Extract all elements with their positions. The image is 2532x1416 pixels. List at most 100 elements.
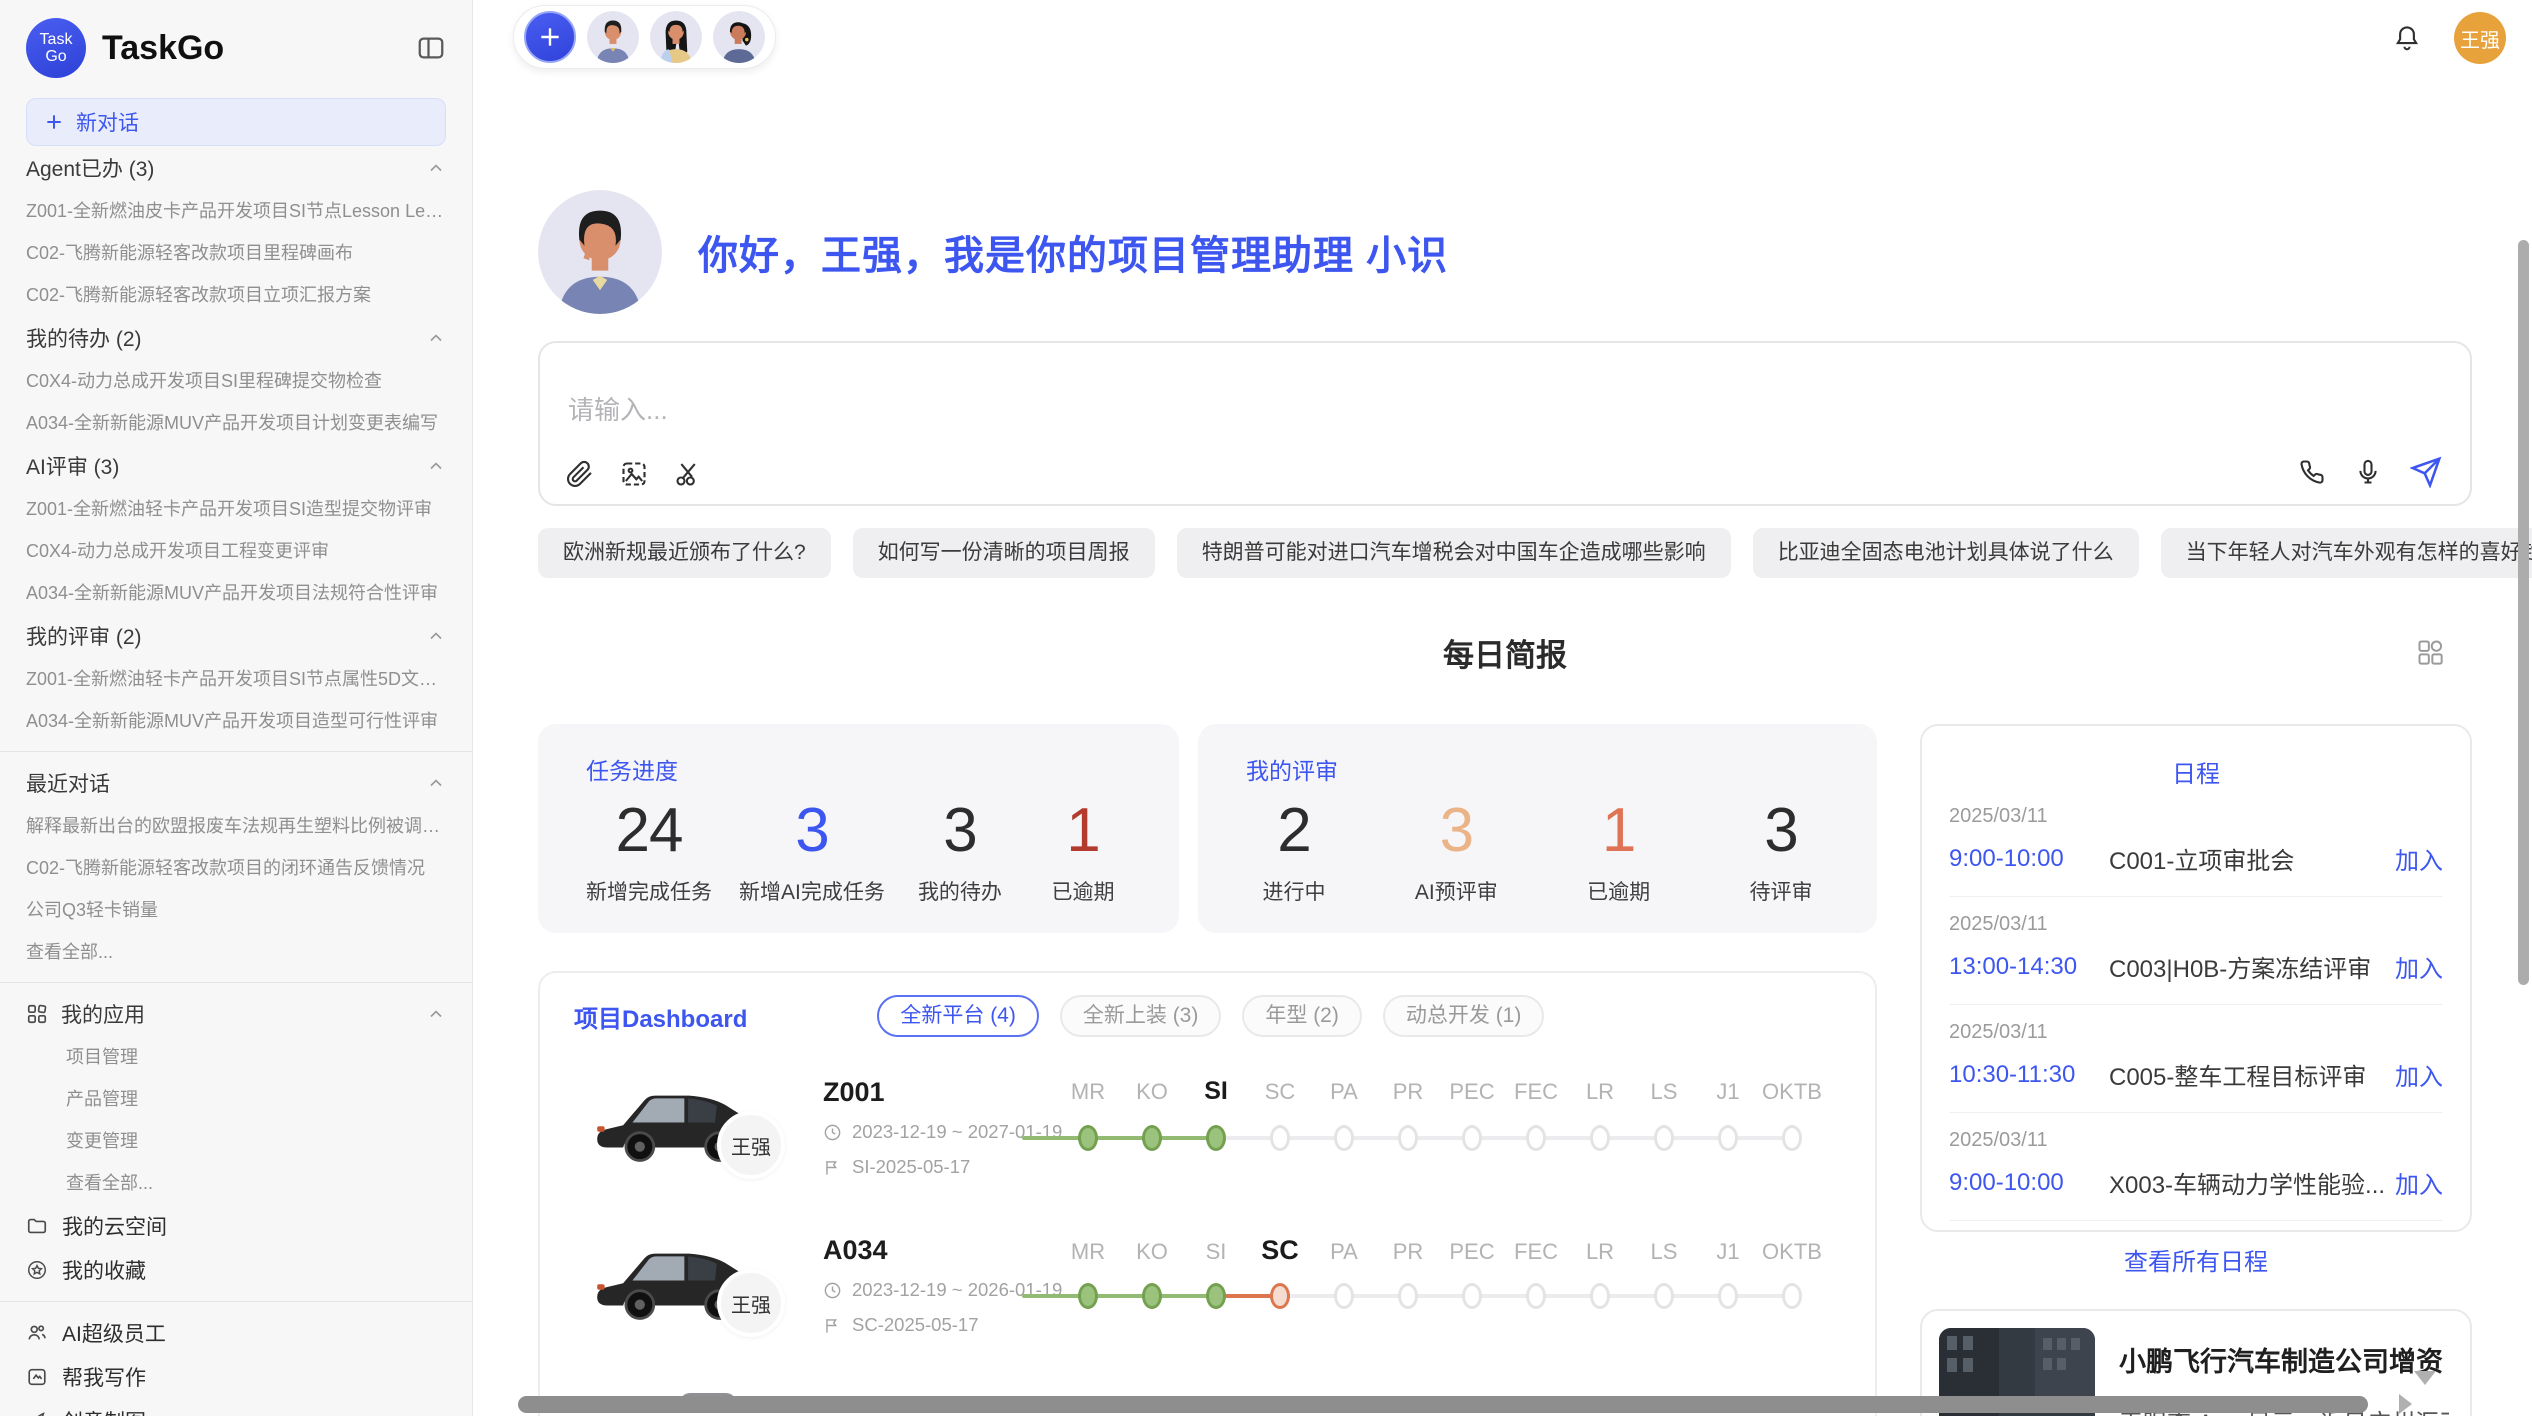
filter-new-body[interactable]: 全新上装 (3) bbox=[1060, 995, 1222, 1037]
project-flag-milestone: SI-2025-05-17 bbox=[823, 1156, 1062, 1178]
section-agent-done[interactable]: Agent已办 (3) bbox=[26, 146, 446, 190]
scissors-icon[interactable] bbox=[674, 460, 702, 488]
section-title: 我的评审 (2) bbox=[26, 621, 142, 651]
filter-new-platform[interactable]: 全新平台 (4) bbox=[877, 995, 1039, 1037]
sidebar-item-creative-draw[interactable]: 创意制图 bbox=[26, 1399, 446, 1416]
phone-call-icon[interactable] bbox=[2298, 458, 2326, 486]
send-icon[interactable] bbox=[2410, 456, 2442, 488]
sidebar-item[interactable]: C02-飞腾新能源轻客改款项目里程碑画布 bbox=[26, 232, 446, 274]
schedule-item: 2025/03/11 9:00-10:00 X003-车辆动力学性能验... 加… bbox=[1949, 1113, 2443, 1221]
milestone-label: OKTB bbox=[1762, 1079, 1822, 1104]
schedule-date: 2025/03/11 bbox=[1949, 805, 2443, 828]
assistant-avatar bbox=[538, 190, 662, 314]
section-title: AI评审 (3) bbox=[26, 451, 119, 481]
view-all-chats[interactable]: 查看全部... bbox=[26, 931, 446, 973]
cloud-space-label: 我的云空间 bbox=[62, 1211, 167, 1241]
chevron-up-icon[interactable] bbox=[426, 771, 446, 795]
new-chat-button[interactable]: 新对话 bbox=[26, 98, 446, 146]
sidebar-item-favorites[interactable]: 我的收藏 bbox=[26, 1248, 446, 1292]
new-chat-label: 新对话 bbox=[76, 107, 139, 137]
section-my-review[interactable]: 我的评审 (2) bbox=[26, 614, 446, 658]
chevron-up-icon[interactable] bbox=[426, 624, 446, 648]
recent-chat-item[interactable]: C02-飞腾新能源轻客改款项目的闭环通告反馈情况 bbox=[26, 847, 446, 889]
recent-chat-item[interactable]: 公司Q3轻卡销量 bbox=[26, 889, 446, 931]
left-column: 任务进度 24 新增完成任务 3 新增AI完成任务 3 bbox=[538, 724, 1877, 1416]
section-ai-review[interactable]: AI评审 (3) bbox=[26, 444, 446, 488]
sidebar-item[interactable]: C02-飞腾新能源轻客改款项目立项汇报方案 bbox=[26, 274, 446, 316]
suggestion-chip[interactable]: 当下年轻人对汽车外观有怎样的喜好趋势 bbox=[2161, 528, 2532, 578]
sidebar-item[interactable]: Z001-全新燃油皮卡产品开发项目SI节点Lesson Learn报告 bbox=[26, 190, 446, 232]
milestone-node bbox=[1398, 1125, 1418, 1151]
notification-bell-icon[interactable] bbox=[2392, 23, 2422, 53]
suggestion-chip[interactable]: 比亚迪全固态电池计划具体说了什么 bbox=[1753, 528, 2139, 578]
schedule-date: 2025/03/11 bbox=[1949, 913, 2443, 936]
project-row-a034[interactable]: 王强 A034 2023-12-19 ~ 2026-01-19 SC-2025-… bbox=[540, 1211, 1875, 1371]
sidebar-item[interactable]: C0X4-动力总成开发项目SI里程碑提交物检查 bbox=[26, 360, 446, 402]
view-all-schedule-link[interactable]: 查看所有日程 bbox=[1949, 1242, 2443, 1277]
view-all-apps[interactable]: 查看全部... bbox=[26, 1162, 446, 1204]
sidebar-item[interactable]: A034-全新新能源MUV产品开发项目法规符合性评审 bbox=[26, 572, 446, 614]
suggestion-chip[interactable]: 欧洲新规最近颁布了什么? bbox=[538, 528, 831, 578]
milestone-node bbox=[1718, 1125, 1738, 1151]
chat-input[interactable] bbox=[568, 395, 2168, 426]
user-avatar[interactable]: 王强 bbox=[2454, 12, 2506, 64]
users-icon bbox=[26, 1321, 48, 1345]
chevron-up-icon[interactable] bbox=[426, 156, 446, 180]
sidebar-item-cloud-space[interactable]: 我的云空间 bbox=[26, 1204, 446, 1248]
sidebar-collapse-icon[interactable] bbox=[416, 33, 446, 63]
schedule-date: 2025/03/11 bbox=[1949, 1021, 2443, 1044]
horizontal-scrollbar-thumb[interactable] bbox=[518, 1396, 2368, 1413]
agent-avatar-1[interactable] bbox=[587, 11, 639, 63]
sidebar-item[interactable]: C0X4-动力总成开发项目工程变更评审 bbox=[26, 530, 446, 572]
chevron-up-icon[interactable] bbox=[426, 454, 446, 478]
agent-avatar-3[interactable] bbox=[713, 11, 765, 63]
star-circle-icon bbox=[26, 1258, 48, 1282]
scroll-right-arrow[interactable] bbox=[2399, 1394, 2412, 1414]
join-link[interactable]: 加入 bbox=[2395, 1057, 2443, 1092]
project-code: A034 bbox=[823, 1235, 1062, 1266]
filter-model-year[interactable]: 年型 (2) bbox=[1242, 995, 1362, 1037]
clock-icon bbox=[823, 1281, 842, 1300]
microphone-icon[interactable] bbox=[2354, 458, 2382, 486]
app-logo: Task Go bbox=[26, 18, 86, 78]
agent-avatar-2[interactable] bbox=[650, 11, 702, 63]
app-item-project-mgmt[interactable]: 项目管理 bbox=[26, 1036, 446, 1078]
recent-chat-item[interactable]: 解释最新出台的欧盟报废车法规再生塑料比例被调至15%... bbox=[26, 805, 446, 847]
sidebar-item[interactable]: A034-全新新能源MUV产品开发项目计划变更表编写 bbox=[26, 402, 446, 444]
project-dashboard-card: 项目Dashboard 全新平台 (4) 全新上装 (3) 年型 (2) 动总开… bbox=[538, 971, 1877, 1416]
add-agent-button[interactable] bbox=[524, 11, 576, 63]
schedule-time: 9:00-10:00 bbox=[1949, 1169, 2109, 1197]
daily-brief-header: 每日简报 bbox=[538, 630, 2472, 678]
sidebar-item-ai-employee[interactable]: AI超级员工 bbox=[26, 1311, 446, 1355]
vertical-scrollbar-thumb[interactable] bbox=[2518, 240, 2529, 985]
filter-powertrain[interactable]: 动总开发 (1) bbox=[1383, 995, 1545, 1037]
join-link[interactable]: 加入 bbox=[2395, 841, 2443, 876]
join-link[interactable]: 加入 bbox=[2395, 949, 2443, 984]
milestone-label-current: SC bbox=[1261, 1235, 1299, 1265]
join-link[interactable]: 加入 bbox=[2395, 1165, 2443, 1200]
chevron-up-icon[interactable] bbox=[426, 1002, 446, 1026]
app-item-change-mgmt[interactable]: 变更管理 bbox=[26, 1120, 446, 1162]
suggestion-chip[interactable]: 如何写一份清晰的项目周报 bbox=[853, 528, 1155, 578]
milestone-track: MR KO SI SC PA PR PEC FEC LR LS J1 bbox=[1056, 1211, 1826, 1371]
sidebar-item-help-write[interactable]: 帮我写作 bbox=[26, 1355, 446, 1399]
sidebar-item[interactable]: Z001-全新燃油轻卡产品开发项目SI造型提交物评审 bbox=[26, 488, 446, 530]
scroll-down-arrow[interactable] bbox=[2414, 1371, 2436, 1385]
stat-my-todo: 3 我的待办 bbox=[912, 794, 1008, 906]
project-row-z001[interactable]: 王强 Z001 2023-12-19 ~ 2027-01-19 SI-2025-… bbox=[540, 1053, 1875, 1213]
section-recent-chats[interactable]: 最近对话 bbox=[26, 761, 446, 805]
app-item-product-mgmt[interactable]: 产品管理 bbox=[26, 1078, 446, 1120]
project-flag-milestone: SC-2025-05-17 bbox=[823, 1314, 1062, 1336]
section-my-apps[interactable]: 我的应用 bbox=[26, 992, 446, 1036]
daily-brief-title: 每日简报 bbox=[538, 630, 2472, 675]
section-my-todo[interactable]: 我的待办 (2) bbox=[26, 316, 446, 360]
sidebar-item[interactable]: Z001-全新燃油轻卡产品开发项目SI节点属性5D文件评审 bbox=[26, 658, 446, 700]
suggestion-chip[interactable]: 特朗普可能对进口汽车增税会对中国车企造成哪些影响 bbox=[1177, 528, 1731, 578]
layout-grid-icon[interactable] bbox=[2416, 638, 2444, 666]
milestone-node bbox=[1462, 1283, 1482, 1309]
chevron-up-icon[interactable] bbox=[426, 326, 446, 350]
image-upload-icon[interactable] bbox=[620, 460, 648, 488]
chat-input-card bbox=[538, 341, 2472, 506]
sidebar-item[interactable]: A034-全新新能源MUV产品开发项目造型可行性评审 bbox=[26, 700, 446, 742]
attachment-icon[interactable] bbox=[566, 460, 594, 488]
